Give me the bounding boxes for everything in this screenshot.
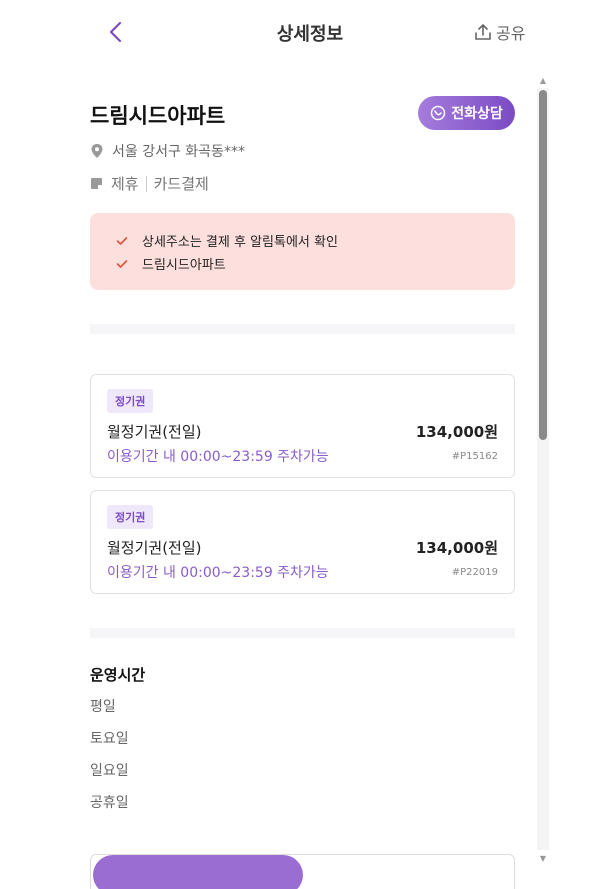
ticket-code: #P15162 (451, 450, 498, 462)
ticket-price: 134,000원 (415, 539, 498, 557)
location-pin-icon (91, 144, 103, 158)
notice-item: 드림시드아파트 (116, 252, 515, 275)
scroll-down-arrow-icon[interactable]: ▼ (537, 852, 549, 864)
memo-icon (91, 178, 102, 189)
ticket-code: #P22019 (451, 566, 498, 578)
bottom-card[interactable] (90, 854, 515, 889)
place-name: 드림시드아파트 (90, 104, 226, 128)
ticket-card[interactable]: 정기권 월정기권(전일) 134,000원 이용기간 내 00:00~23:59… (90, 490, 515, 594)
tag-partner: 제휴 (111, 175, 139, 193)
call-consult-label: 전화상담 (451, 106, 503, 122)
ticket-badge: 정기권 (107, 505, 154, 529)
check-icon (116, 236, 128, 245)
notice-item: 상세주소는 결제 후 알림톡에서 확인 (116, 229, 515, 252)
detail-content[interactable]: 드림시드아파트 전화상담 서울 강서구 화곡동*** 제휴 카드결제 상세주소는… (0, 64, 597, 889)
hours-day-saturday: 토요일 (90, 731, 129, 747)
scroll-up-arrow-icon[interactable]: ▲ (537, 74, 549, 86)
hours-day-weekday: 평일 (90, 699, 116, 715)
ticket-desc: 이용기간 내 00:00~23:59 주차가능 (107, 449, 329, 465)
address-row: 서울 강서구 화곡동*** (90, 141, 245, 161)
tags-row: 제휴 카드결제 (90, 173, 209, 194)
scrollbar[interactable]: ▲ ▼ (537, 74, 549, 864)
scrollbar-thumb[interactable] (539, 90, 547, 440)
ticket-desc: 이용기간 내 00:00~23:59 주차가능 (107, 565, 329, 581)
call-consult-button[interactable]: 전화상담 (418, 96, 515, 130)
ticket-price: 134,000원 (415, 423, 498, 441)
tag-divider (145, 175, 147, 192)
hours-day-sunday: 일요일 (90, 763, 129, 779)
ticket-card[interactable]: 정기권 월정기권(전일) 134,000원 이용기간 내 00:00~23:59… (90, 374, 515, 478)
address-text: 서울 강서구 화곡동*** (112, 144, 245, 160)
share-button[interactable]: 공유 (474, 20, 525, 44)
tag-card-payment: 카드결제 (153, 175, 209, 193)
check-icon (116, 259, 128, 268)
ticket-name: 월정기권(전일) (107, 423, 202, 441)
phone-icon (430, 105, 446, 121)
bottom-action-pill[interactable] (93, 855, 303, 889)
ticket-badge: 정기권 (107, 389, 154, 413)
section-divider (90, 324, 515, 334)
hours-day-holiday: 공휴일 (90, 795, 129, 811)
section-divider (90, 628, 515, 638)
notice-text: 드림시드아파트 (142, 258, 226, 273)
share-label: 공유 (496, 24, 526, 43)
ticket-name: 월정기권(전일) (107, 539, 202, 557)
hours-title: 운영시간 (90, 666, 146, 684)
top-header: 상세정보 공유 (0, 0, 597, 64)
share-icon (475, 24, 491, 40)
notice-text: 상세주소는 결제 후 알림톡에서 확인 (142, 235, 338, 250)
notice-box: 상세주소는 결제 후 알림톡에서 확인 드림시드아파트 (90, 213, 515, 290)
